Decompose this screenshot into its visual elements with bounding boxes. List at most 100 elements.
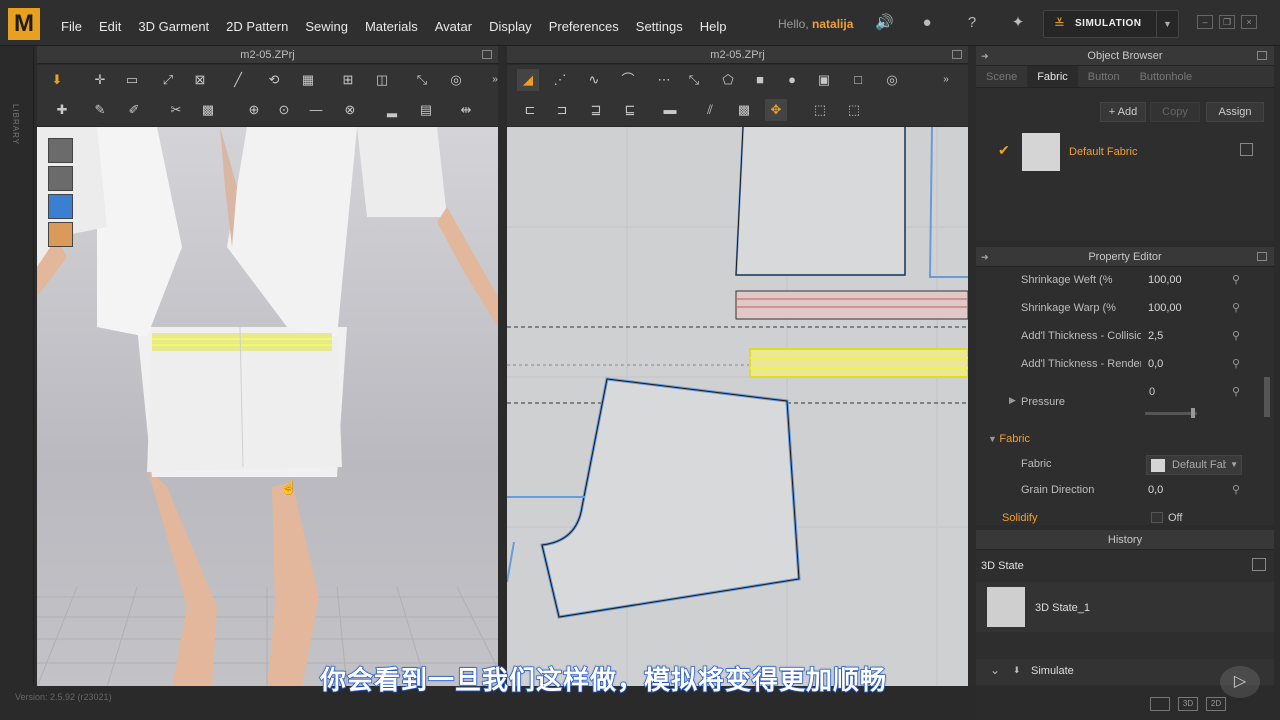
volume-icon[interactable]: 🔊 (875, 14, 894, 32)
shrinkage-warp-value[interactable]: 100,00 (1148, 302, 1182, 314)
menu-help[interactable]: Help (700, 19, 727, 34)
menu-materials[interactable]: Materials (365, 19, 418, 34)
brush-icon[interactable]: ✐ (123, 99, 145, 121)
collapse-icon[interactable]: ➜ (981, 247, 989, 267)
collapse-icon[interactable]: ➜ (981, 46, 989, 66)
copy-button[interactable]: Copy (1150, 102, 1200, 122)
curve-point-icon[interactable]: ∿ (583, 69, 605, 91)
tape-icon[interactable]: ◎ (445, 69, 467, 91)
simulate-arrow-icon[interactable]: ⬇ (46, 69, 68, 91)
gizmo-icon[interactable]: ✥ (765, 99, 787, 121)
pressure-slider[interactable] (1145, 408, 1197, 418)
view-2d-icon[interactable]: 2D (1206, 697, 1226, 711)
pin-icon[interactable]: ╱ (227, 69, 249, 91)
segment-icon[interactable]: ⤡ (683, 69, 705, 91)
user-icon[interactable]: ● (918, 14, 936, 32)
edit-point-icon[interactable]: ⋰ (549, 69, 571, 91)
minimize-icon[interactable]: – (1197, 15, 1213, 29)
menu-display[interactable]: Display (489, 19, 532, 34)
tab-buttonhole[interactable]: Buttonhole (1130, 66, 1203, 87)
tab-scene[interactable]: Scene (976, 66, 1027, 87)
more-icon[interactable]: » (484, 69, 506, 91)
transform-icon[interactable]: ⤢ (157, 69, 179, 91)
history-item[interactable]: 3D State_1 (976, 582, 1274, 632)
transform-pattern-icon[interactable]: ◢ (517, 69, 539, 91)
internal-circle-icon[interactable]: ◎ (881, 69, 903, 91)
2d-pattern-viewport[interactable] (507, 127, 968, 687)
trace-icon[interactable]: ▬ (659, 99, 681, 121)
more-icon[interactable]: » (935, 69, 957, 91)
cut-icon[interactable]: ✂ (165, 99, 187, 121)
circle-icon[interactable]: ⊙ (273, 99, 295, 121)
add-button[interactable]: + Add (1100, 102, 1146, 122)
texture-grid-icon[interactable]: ▩ (733, 99, 755, 121)
expand-icon[interactable]: ▶ (1009, 395, 1016, 406)
chevron-down-icon[interactable]: ▼ (1156, 11, 1178, 37)
snap-icon[interactable]: ⊗ (339, 99, 361, 121)
picker-icon[interactable]: ⚲ (1232, 357, 1240, 370)
internal-polygon-icon[interactable]: ▣ (813, 69, 835, 91)
fold-line-icon[interactable]: ⫽ (699, 99, 721, 121)
solidify-checkbox[interactable] (1151, 512, 1163, 523)
rectangle-icon[interactable]: ■ (749, 69, 771, 91)
sew-check-icon[interactable]: ⊑ (619, 99, 641, 121)
garment-icon[interactable]: ▦ (297, 69, 319, 91)
edit-curvature-icon[interactable]: ⌒ (617, 69, 639, 91)
assign-button[interactable]: Assign (1206, 102, 1264, 122)
texture-toggle-icon[interactable] (48, 194, 73, 219)
line-icon[interactable]: — (305, 99, 327, 121)
picker-icon[interactable]: ⚲ (1232, 273, 1240, 286)
maximize-icon[interactable] (1257, 51, 1267, 60)
tab-button[interactable]: Button (1078, 66, 1130, 87)
menu-sewing[interactable]: Sewing (305, 19, 348, 34)
3d-viewport[interactable]: ☝ (37, 127, 498, 687)
maximize-icon[interactable] (1257, 252, 1267, 261)
view-3d-icon[interactable]: 3D (1178, 697, 1198, 711)
thickness-collision-value[interactable]: 2,5 (1148, 330, 1163, 342)
avatar-icon[interactable]: ✚ (51, 99, 73, 121)
property-scrollbar[interactable] (1264, 377, 1270, 417)
grain-direction-value[interactable]: 0,0 (1148, 484, 1163, 496)
shrinkage-weft-value[interactable]: 100,00 (1148, 274, 1182, 286)
fabric-section-header[interactable]: ▼ Fabric (988, 433, 1030, 445)
fabric-edit-icon[interactable] (1240, 143, 1253, 156)
edit-icon[interactable]: ✎ (89, 99, 111, 121)
history-add-icon[interactable] (1252, 558, 1266, 571)
picker-icon[interactable]: ⚲ (1232, 301, 1240, 314)
menu-edit[interactable]: Edit (99, 19, 121, 34)
thickness-rendering-value[interactable]: 0,0 (1148, 358, 1163, 370)
select-box-icon[interactable]: ▭ (121, 69, 143, 91)
seam-icon[interactable]: ⊏ (519, 99, 541, 121)
point-icon[interactable]: ⊕ (243, 99, 265, 121)
picker-icon[interactable]: ⚲ (1232, 483, 1240, 496)
add-point-icon[interactable]: ⋯ (653, 69, 675, 91)
avatar-toggle-icon[interactable] (48, 222, 73, 247)
button-icon[interactable]: ◫ (371, 69, 393, 91)
slider-handle[interactable] (1191, 408, 1195, 418)
menu-3d-garment[interactable]: 3D Garment (138, 19, 209, 34)
maximize-icon[interactable] (482, 50, 492, 59)
menu-avatar[interactable]: Avatar (435, 19, 472, 34)
polygon-icon[interactable]: ⬠ (717, 69, 739, 91)
help-icon[interactable]: ? (963, 14, 981, 32)
maximize-icon[interactable] (952, 50, 962, 59)
menu-file[interactable]: File (61, 19, 82, 34)
tack-icon[interactable]: ⟲ (263, 69, 285, 91)
menu-settings[interactable]: Settings (636, 19, 683, 34)
select-move-icon[interactable]: ✛ (89, 69, 111, 91)
iron-icon[interactable]: ▂ (381, 99, 403, 121)
fold-icon[interactable]: ⊠ (189, 69, 211, 91)
avatar-pose-icon[interactable]: ✦ (1009, 14, 1027, 32)
select-all-icon[interactable]: ⬚ (843, 99, 865, 121)
tab-fabric[interactable]: Fabric (1027, 66, 1078, 87)
library-strip[interactable]: LIBRARY (0, 46, 34, 686)
restore-icon[interactable]: ❐ (1219, 15, 1235, 29)
zoom-box-icon[interactable]: ⬚ (809, 99, 831, 121)
simulation-button[interactable]: ≚ SIMULATION ▼ (1043, 10, 1179, 38)
menu-2d-pattern[interactable]: 2D Pattern (226, 19, 288, 34)
close-icon[interactable]: × (1241, 15, 1257, 29)
picker-icon[interactable]: ⚲ (1232, 385, 1240, 398)
sew-segment-icon[interactable]: ⊐ (551, 99, 573, 121)
align-icon[interactable]: ⇹ (455, 99, 477, 121)
arrange-icon[interactable]: ⊞ (337, 69, 359, 91)
